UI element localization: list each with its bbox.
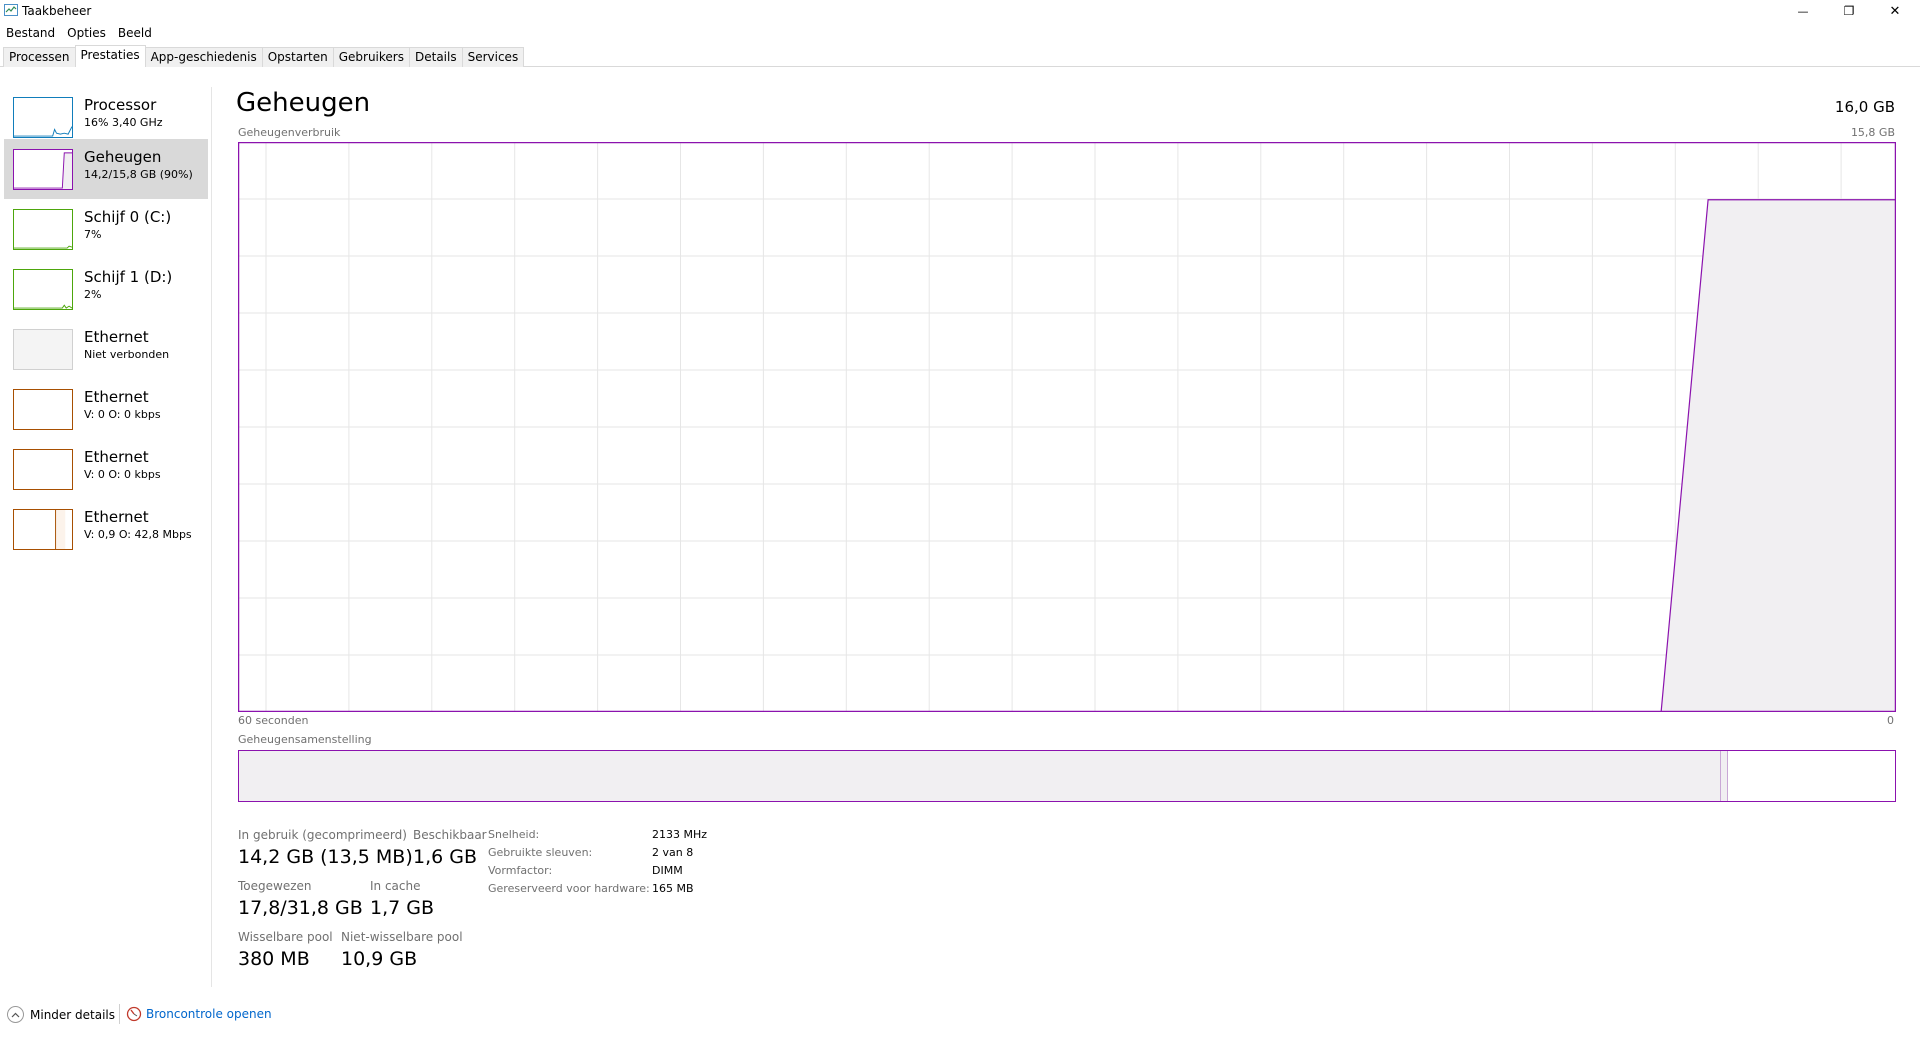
page-title: Geheugen (236, 88, 371, 118)
sidebar-item-label: Schijf 1 (D:) (84, 268, 173, 286)
composition-modified (1721, 751, 1728, 801)
tab-opstarten[interactable]: Opstarten (261, 47, 334, 67)
resource-monitor-icon (126, 1006, 142, 1022)
tab-prestaties[interactable]: Prestaties (74, 45, 146, 67)
sidebar-item-label: Processor (84, 96, 157, 114)
sidebar-item-sub: 7% (84, 228, 102, 241)
tab-services[interactable]: Services (461, 47, 525, 67)
sidebar-item-label: Geheugen (84, 148, 162, 166)
stat-in-use: In gebruik (gecomprimeerd) 14,2 GB (13,5… (238, 828, 413, 868)
sidebar-item-label: Ethernet (84, 388, 149, 406)
minimize-button[interactable]: — (1780, 0, 1826, 22)
usage-chart-max: 15,8 GB (1850, 126, 1895, 139)
sidebar-item-label: Ethernet (84, 328, 149, 346)
sidebar-item-ethernet-4[interactable]: Ethernet V: 0,9 O: 42,8 Mbps (4, 499, 208, 559)
stat-label: Beschikbaar (413, 828, 487, 842)
sidebar-item-sub: V: 0 O: 0 kbps (84, 408, 161, 421)
stat-nonpaged-pool: Niet-wisselbare pool 10,9 GB (341, 930, 463, 970)
stat-value: 1,6 GB (413, 846, 478, 868)
stat-label: Wisselbare pool (238, 930, 333, 944)
stat-available: Beschikbaar 1,6 GB (413, 828, 487, 868)
sidebar-item-ethernet-3[interactable]: Ethernet V: 0 O: 0 kbps (4, 439, 208, 499)
stat-value: 10,9 GB (341, 948, 418, 970)
resource-monitor-label: Broncontrole openen (146, 1007, 272, 1021)
sidebar-item-label: Ethernet (84, 508, 149, 526)
sidebar-item-processor[interactable]: Processor 16% 3,40 GHz (4, 87, 208, 147)
tab-gebruikers[interactable]: Gebruikers (332, 47, 410, 67)
stat-value: 17,8/31,8 GB (238, 897, 363, 919)
less-details-label: Minder details (30, 1007, 116, 1022)
detail-label-reserved: Gereserveerd voor hardware: (488, 882, 650, 895)
x-axis-end-label: 0 (1887, 714, 1894, 727)
sidebar-item-ethernet-2[interactable]: Ethernet V: 0 O: 0 kbps (4, 379, 208, 439)
stat-label: In cache (370, 879, 421, 893)
chevron-up-icon (7, 1006, 24, 1023)
detail-value-speed: 2133 MHz (652, 828, 708, 841)
detail-value-form-factor: DIMM (652, 864, 683, 877)
ethernet-graph-icon (13, 389, 73, 430)
ethernet-graph-icon (13, 509, 73, 550)
detail-label-form-factor: Vormfactor: (488, 864, 553, 877)
restore-button[interactable]: ❐ (1826, 0, 1872, 22)
x-axis-start-label: 60 seconden (238, 714, 309, 727)
detail-value-reserved: 165 MB (652, 882, 694, 895)
tab-details[interactable]: Details (408, 47, 463, 67)
sidebar-item-sub: V: 0,9 O: 42,8 Mbps (84, 528, 192, 541)
sidebar-item-ethernet-1[interactable]: Ethernet Niet verbonden (4, 319, 208, 379)
sidebar-item-sub: 16% 3,40 GHz (84, 116, 163, 129)
menu-beeld[interactable]: Beeld (112, 24, 158, 42)
title-bar: Taakbeheer — ❐ ✕ (0, 0, 1920, 22)
stat-label: In gebruik (gecomprimeerd) (238, 828, 407, 842)
stat-value: 1,7 GB (370, 897, 435, 919)
performance-sidebar: Processor 16% 3,40 GHz Geheugen 14,2/15,… (0, 87, 210, 987)
stat-paged-pool: Wisselbare pool 380 MB (238, 930, 333, 970)
footer-divider (119, 1004, 120, 1024)
menu-bestand[interactable]: Bestand (0, 24, 61, 42)
task-manager-icon (4, 4, 18, 16)
tab-processen[interactable]: Processen (3, 47, 76, 67)
ethernet-graph-icon (13, 329, 73, 370)
sidebar-item-disk-0[interactable]: Schijf 0 (C:) 7% (4, 199, 208, 259)
detail-label-slots: Gebruikte sleuven: (488, 846, 593, 859)
detail-value-slots: 2 van 8 (652, 846, 694, 859)
sidebar-divider (211, 87, 212, 987)
sidebar-item-label: Ethernet (84, 448, 149, 466)
sidebar-item-sub: 14,2/15,8 GB (90%) (84, 168, 193, 181)
stat-cached: In cache 1,7 GB (370, 879, 434, 919)
ethernet-graph-icon (13, 449, 73, 490)
detail-label-speed: Snelheid: (488, 828, 540, 841)
less-details-button[interactable]: Minder details (7, 1006, 115, 1023)
stat-value: 14,2 GB (13,5 MB) (238, 846, 413, 868)
resource-monitor-link[interactable]: Broncontrole openen (126, 1006, 272, 1022)
menu-opties[interactable]: Opties (61, 24, 112, 42)
tab-strip: Processen Prestaties App-geschiedenis Op… (3, 45, 525, 67)
sidebar-item-sub: 2% (84, 288, 102, 301)
memory-usage-chart (238, 142, 1896, 712)
composition-in-use (239, 751, 1722, 801)
processor-graph-icon (13, 97, 73, 138)
close-icon: ✕ (1889, 3, 1901, 19)
sidebar-item-memory[interactable]: Geheugen 14,2/15,8 GB (90%) (4, 139, 208, 199)
disk-graph-icon (13, 209, 73, 250)
window-title: Taakbeheer (22, 4, 92, 18)
restore-icon: ❐ (1843, 4, 1855, 18)
stat-value: 380 MB (238, 948, 310, 970)
composition-label: Geheugensamenstelling (238, 733, 372, 746)
total-memory: 16,0 GB (1834, 98, 1895, 116)
tab-app-geschiedenis[interactable]: App-geschiedenis (144, 47, 263, 67)
stat-label: Niet-wisselbare pool (341, 930, 463, 944)
sidebar-item-sub: V: 0 O: 0 kbps (84, 468, 161, 481)
minimize-icon: — (1797, 4, 1809, 18)
usage-chart-label: Geheugenverbruik (238, 126, 341, 139)
sidebar-item-disk-1[interactable]: Schijf 1 (D:) 2% (4, 259, 208, 319)
close-button[interactable]: ✕ (1872, 0, 1918, 22)
disk-graph-icon (13, 269, 73, 310)
sidebar-item-label: Schijf 0 (C:) (84, 208, 172, 226)
sidebar-item-sub: Niet verbonden (84, 348, 170, 361)
menu-bar: Bestand Opties Beeld (0, 24, 158, 42)
memory-graph-icon (13, 149, 73, 190)
stat-label: Toegewezen (238, 879, 312, 893)
stat-committed: Toegewezen 17,8/31,8 GB (238, 879, 363, 919)
memory-composition-bar (238, 750, 1896, 802)
